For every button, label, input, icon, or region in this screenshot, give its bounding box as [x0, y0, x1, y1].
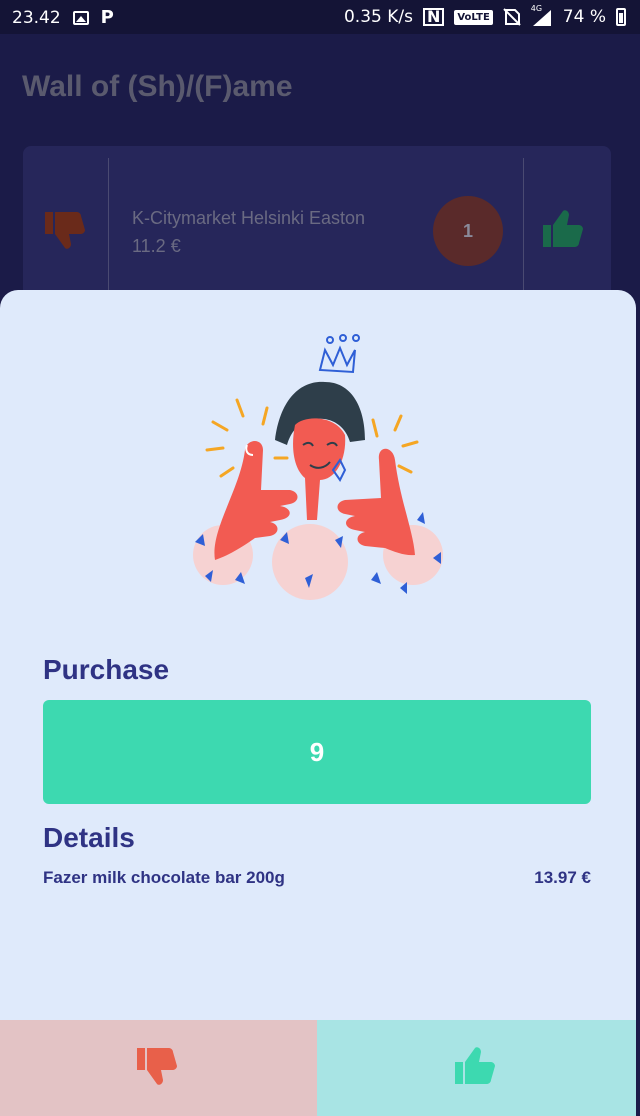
network-speed: 0.35 K/s [343, 7, 413, 27]
nfc-icon: N [422, 8, 445, 26]
battery-percent: 74 % [562, 7, 606, 27]
battery-icon [616, 8, 626, 26]
signal-icon: 4G [531, 4, 553, 26]
status-bar: 23.42 P 0.35 K/s N VoLTE 4G 74 % [0, 0, 640, 34]
store-name: K-Citymarket Helsinki Easton [132, 208, 366, 228]
detail-item-price: 13.97 € [534, 868, 591, 887]
detail-row: Fazer milk chocolate bar 200g 13.97 € [43, 868, 591, 888]
store-price: 11.2 € [132, 236, 181, 256]
purchase-value: 9 [309, 736, 325, 767]
vote-count-badge: 1 [433, 196, 503, 266]
details-heading: Details [43, 822, 135, 853]
upvote-button[interactable] [317, 1020, 636, 1116]
downvote-button[interactable] [0, 1020, 317, 1116]
thumbs-up-icon[interactable] [541, 206, 589, 257]
fame-illustration [193, 334, 443, 600]
status-time: 23.42 [12, 7, 61, 28]
purchase-heading: Purchase [43, 654, 170, 685]
purchase-bottom-sheet: Purchase 9 Details Fazer milk chocolate … [0, 290, 636, 1116]
thumbs-down-icon[interactable] [43, 208, 91, 257]
gallery-notification-icon [72, 10, 89, 25]
detail-item-name: Fazer milk chocolate bar 200g [43, 868, 285, 887]
no-sim-icon [503, 8, 521, 26]
page-title: Wall of (Sh)/(F)ame [22, 70, 293, 103]
parking-notification-icon: P [100, 7, 114, 28]
vote-bar [0, 1020, 636, 1116]
volte-badge: VoLTE [454, 9, 493, 25]
network-type: 4G [530, 4, 543, 13]
thumbs-up-icon [453, 1043, 501, 1094]
screen-edge [636, 290, 640, 1116]
thumbs-down-icon [135, 1044, 183, 1093]
purchase-value-box: 9 [43, 700, 591, 804]
